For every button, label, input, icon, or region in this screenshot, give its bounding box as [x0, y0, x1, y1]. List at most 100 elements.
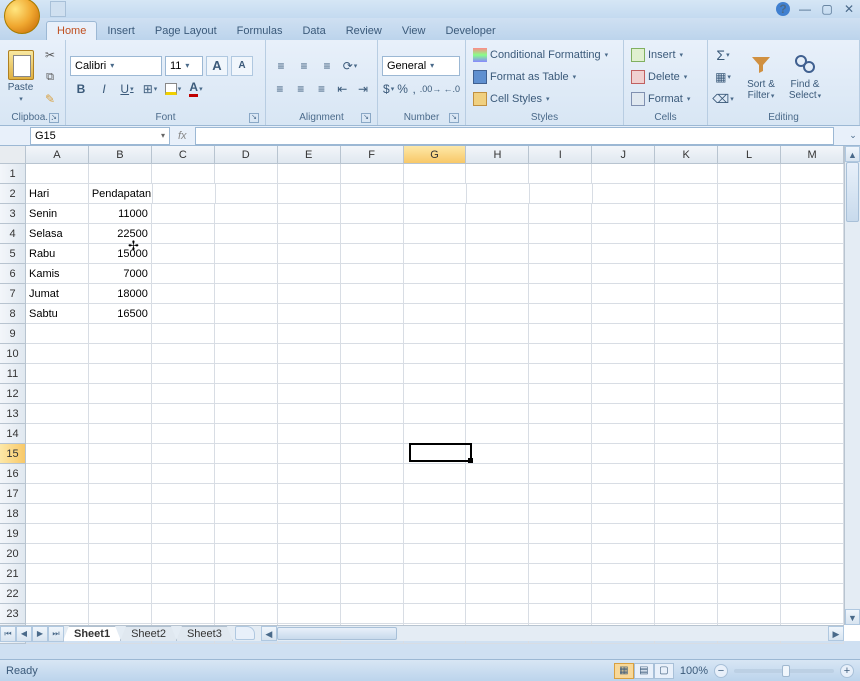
italic-button[interactable]: I	[93, 79, 115, 99]
row-header-13[interactable]: 13	[0, 404, 26, 424]
cell-B7[interactable]: 18000	[89, 284, 152, 304]
autosum-icon[interactable]: Σ▾	[712, 45, 734, 65]
cell-B22[interactable]	[89, 584, 152, 604]
row-header-17[interactable]: 17	[0, 484, 26, 504]
row-header-16[interactable]: 16	[0, 464, 26, 484]
cell-C1[interactable]	[152, 164, 215, 184]
cell-J19[interactable]	[592, 524, 655, 544]
cell-K23[interactable]	[655, 604, 718, 624]
cell-J13[interactable]	[592, 404, 655, 424]
row-header-10[interactable]: 10	[0, 344, 26, 364]
cell-G10[interactable]	[404, 344, 467, 364]
cell-F10[interactable]	[341, 344, 404, 364]
cell-E10[interactable]	[278, 344, 341, 364]
cell-I23[interactable]	[529, 604, 592, 624]
cell-A20[interactable]	[26, 544, 89, 564]
cell-J21[interactable]	[592, 564, 655, 584]
minimize-icon[interactable]: —	[798, 2, 812, 16]
cell-C21[interactable]	[152, 564, 215, 584]
cell-E8[interactable]	[278, 304, 341, 324]
cell-K11[interactable]	[655, 364, 718, 384]
cell-B12[interactable]	[89, 384, 152, 404]
col-header-G[interactable]: G	[404, 146, 467, 164]
cell-K12[interactable]	[655, 384, 718, 404]
cell-I17[interactable]	[529, 484, 592, 504]
cell-D22[interactable]	[215, 584, 278, 604]
cell-G23[interactable]	[404, 604, 467, 624]
zoom-in-icon[interactable]: +	[840, 664, 854, 678]
cell-J22[interactable]	[592, 584, 655, 604]
cell-G8[interactable]	[404, 304, 467, 324]
restore-icon[interactable]: ▢	[820, 2, 834, 16]
cell-M16[interactable]	[781, 464, 844, 484]
row-header-8[interactable]: 8	[0, 304, 26, 324]
tab-page-layout[interactable]: Page Layout	[145, 22, 227, 40]
vscroll-thumb[interactable]	[846, 162, 859, 222]
cell-D3[interactable]	[215, 204, 278, 224]
cell-M5[interactable]	[781, 244, 844, 264]
cell-I13[interactable]	[529, 404, 592, 424]
sheet-tab-sheet3[interactable]: Sheet3	[176, 626, 233, 641]
cell-E22[interactable]	[278, 584, 341, 604]
row-header-6[interactable]: 6	[0, 264, 26, 284]
cell-B9[interactable]	[89, 324, 152, 344]
expand-formula-bar-icon[interactable]: ⌄	[846, 130, 860, 141]
comma-icon[interactable]: ,	[410, 79, 419, 99]
align-right-icon[interactable]: ≡	[312, 79, 332, 99]
cell-I14[interactable]	[529, 424, 592, 444]
cell-F6[interactable]	[341, 264, 404, 284]
cell-G18[interactable]	[404, 504, 467, 524]
cell-H20[interactable]	[466, 544, 529, 564]
view-pagebreak-icon[interactable]: ▢	[654, 663, 674, 679]
cell-D12[interactable]	[215, 384, 278, 404]
cell-J5[interactable]	[592, 244, 655, 264]
cell-F2[interactable]	[341, 184, 404, 204]
cell-L4[interactable]	[718, 224, 781, 244]
cell-B6[interactable]: 7000	[89, 264, 152, 284]
cell-F1[interactable]	[341, 164, 404, 184]
cell-B18[interactable]	[89, 504, 152, 524]
cell-A2[interactable]: Hari	[26, 184, 89, 204]
cell-K9[interactable]	[655, 324, 718, 344]
cell-L8[interactable]	[718, 304, 781, 324]
cell-E12[interactable]	[278, 384, 341, 404]
cell-A16[interactable]	[26, 464, 89, 484]
cell-H23[interactable]	[466, 604, 529, 624]
scroll-down-icon[interactable]: ▼	[845, 609, 860, 625]
border-icon[interactable]: ⊞▾	[139, 79, 161, 99]
cell-K2[interactable]	[655, 184, 718, 204]
cell-L19[interactable]	[718, 524, 781, 544]
cell-J2[interactable]	[593, 184, 656, 204]
cell-M6[interactable]	[781, 264, 844, 284]
align-bottom-icon[interactable]: ≡	[316, 56, 338, 76]
cell-C11[interactable]	[152, 364, 215, 384]
cell-E5[interactable]	[278, 244, 341, 264]
cell-A1[interactable]	[26, 164, 89, 184]
cell-H5[interactable]	[466, 244, 529, 264]
cell-K3[interactable]	[655, 204, 718, 224]
tab-insert[interactable]: Insert	[97, 22, 145, 40]
cell-J14[interactable]	[592, 424, 655, 444]
col-header-H[interactable]: H	[466, 146, 529, 164]
row-header-14[interactable]: 14	[0, 424, 26, 444]
cell-B3[interactable]: 11000	[89, 204, 152, 224]
col-header-A[interactable]: A	[26, 146, 89, 164]
cell-M10[interactable]	[781, 344, 844, 364]
cell-I2[interactable]	[530, 184, 593, 204]
cell-L13[interactable]	[718, 404, 781, 424]
cell-A22[interactable]	[26, 584, 89, 604]
cell-B20[interactable]	[89, 544, 152, 564]
cell-C10[interactable]	[152, 344, 215, 364]
cell-H13[interactable]	[466, 404, 529, 424]
increase-indent-icon[interactable]: ⇥	[353, 79, 373, 99]
cell-B16[interactable]	[89, 464, 152, 484]
cell-J8[interactable]	[592, 304, 655, 324]
cell-H10[interactable]	[466, 344, 529, 364]
cell-L1[interactable]	[718, 164, 781, 184]
cell-E16[interactable]	[278, 464, 341, 484]
cell-C7[interactable]	[152, 284, 215, 304]
percent-icon[interactable]: %	[396, 79, 409, 99]
cell-E20[interactable]	[278, 544, 341, 564]
cell-J16[interactable]	[592, 464, 655, 484]
cell-B15[interactable]	[89, 444, 152, 464]
